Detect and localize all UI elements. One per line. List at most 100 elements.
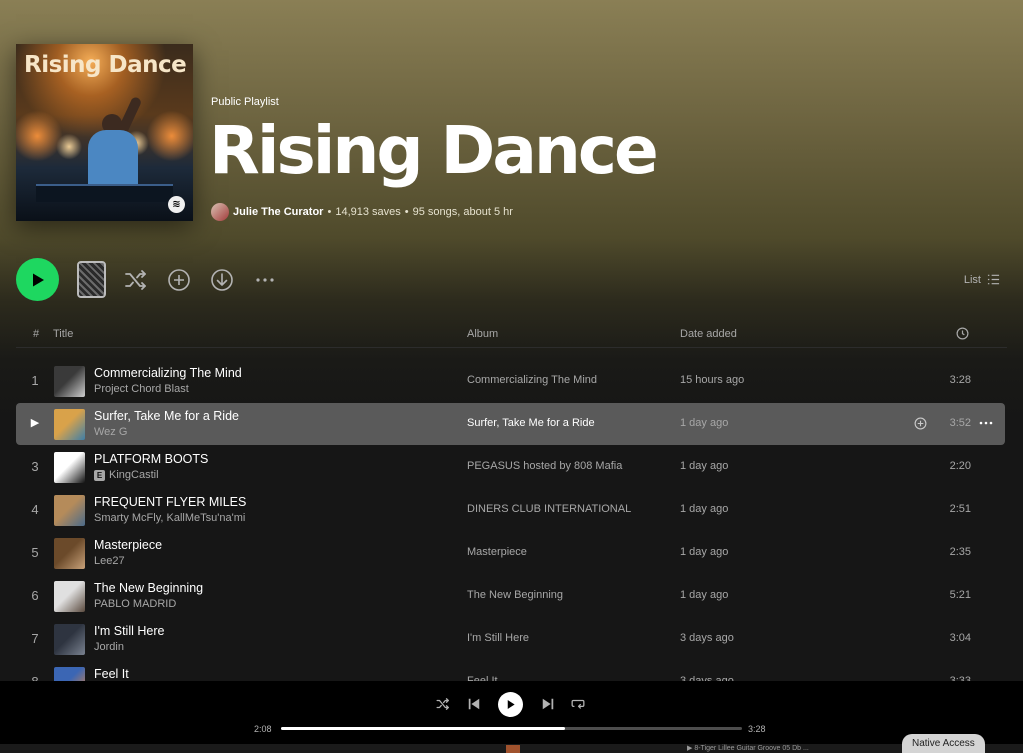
shuffle-icon — [436, 698, 449, 710]
track-artist[interactable]: Project Chord Blast — [94, 383, 189, 395]
add-circle-icon[interactable] — [914, 417, 927, 430]
track-title[interactable]: FREQUENT FLYER MILES — [94, 495, 246, 509]
track-duration: 3:28 — [949, 374, 971, 386]
track-artist-name[interactable]: Lee27 — [94, 555, 125, 567]
preview-cover-button[interactable] — [77, 261, 106, 298]
list-icon[interactable] — [987, 273, 1000, 286]
track-album[interactable]: DINERS CLUB INTERNATIONAL — [467, 503, 631, 515]
row-play-button[interactable]: ▶ — [28, 416, 42, 429]
track-album[interactable]: Commercializing The Mind — [467, 374, 597, 386]
track-title[interactable]: Masterpiece — [94, 538, 162, 552]
track-row[interactable]: 5 Masterpiece Lee27 Masterpiece 1 day ago 2:3… — [16, 532, 1005, 574]
track-album[interactable]: PEGASUS hosted by 808 Mafia — [467, 460, 622, 472]
shuffle-icon — [125, 270, 146, 290]
progress-fill — [281, 727, 565, 730]
spotify-icon: ≋ — [168, 196, 185, 213]
repeat-button[interactable] — [568, 694, 588, 714]
play-icon — [507, 700, 515, 709]
download-button[interactable] — [210, 268, 234, 292]
track-date-added: 1 day ago — [680, 589, 729, 601]
track-artist[interactable]: Wez G — [94, 426, 127, 438]
total-time: 3:28 — [748, 724, 766, 734]
track-artist[interactable]: PABLO MADRID — [94, 598, 176, 610]
track-row[interactable]: ▶ Surfer, Take Me for a Ride Wez G Surfer, … — [16, 403, 1005, 445]
track-artist-name[interactable]: KingCastil — [109, 469, 159, 481]
track-number: 1 — [31, 373, 39, 388]
track-row[interactable]: 7 I'm Still Here Jordin I'm Still Here 3 day… — [16, 618, 1005, 660]
track-thumbnail — [54, 366, 85, 397]
track-thumbnail — [54, 581, 85, 612]
track-artist-name[interactable]: Wez G — [94, 426, 127, 438]
track-date-added: 1 day ago — [680, 417, 729, 429]
track-title[interactable]: PLATFORM BOOTS — [94, 452, 208, 466]
track-artist-name[interactable]: Jordin — [94, 641, 124, 653]
explicit-badge: E — [94, 469, 105, 481]
track-row[interactable]: 8Feel ItFeel It3 days ago3:33 — [16, 661, 1005, 681]
track-date-added: 1 day ago — [680, 503, 729, 515]
playlist-title: Rising Dance — [209, 112, 659, 189]
track-duration: 5:21 — [949, 589, 971, 601]
column-header-album[interactable]: Album — [467, 328, 498, 340]
track-title[interactable]: The New Beginning — [94, 581, 203, 595]
owner-name-link[interactable]: Julie The Curator — [233, 206, 323, 218]
track-thumbnail — [54, 538, 85, 569]
track-album[interactable]: The New Beginning — [467, 589, 563, 601]
track-row[interactable]: 3 PLATFORM BOOTS E KingCastil PEGASUS hosted… — [16, 446, 1005, 488]
column-header-title[interactable]: Title — [53, 328, 73, 340]
track-thumbnail — [54, 409, 85, 440]
track-row[interactable]: 6 The New Beginning PABLO MADRID The New Be… — [16, 575, 1005, 617]
track-album[interactable]: Surfer, Take Me for a Ride — [467, 417, 595, 429]
header-divider — [16, 347, 1007, 348]
track-date-added: 1 day ago — [680, 546, 729, 558]
play-icon — [32, 273, 44, 286]
track-duration: 2:51 — [949, 503, 971, 515]
track-row[interactable]: 4 FREQUENT FLYER MILES Smarty McFly, KallM… — [16, 489, 1005, 531]
track-artist[interactable]: Jordin — [94, 641, 124, 653]
playlist-meta: Julie The Curator • 14,913 saves • 95 so… — [211, 203, 513, 221]
track-artist-name[interactable]: Smarty McFly, KallMeTsu'na'mi — [94, 512, 245, 524]
more-icon[interactable] — [978, 415, 994, 431]
track-row[interactable]: 1 Commercializing The Mind Project Chord B… — [16, 360, 1005, 402]
track-number: 7 — [31, 631, 39, 646]
meta-separator: • — [404, 206, 409, 218]
view-mode-label[interactable]: List — [964, 274, 981, 286]
track-number: 6 — [31, 588, 39, 603]
next-button[interactable] — [538, 694, 558, 714]
track-artist[interactable]: E KingCastil — [94, 469, 159, 481]
track-album[interactable]: Masterpiece — [467, 546, 527, 558]
pause-play-button[interactable] — [498, 692, 523, 717]
track-title[interactable]: Commercializing The Mind — [94, 366, 242, 380]
track-duration: 3:04 — [949, 632, 971, 644]
owner-avatar[interactable] — [211, 203, 229, 221]
add-circle-icon — [168, 269, 190, 291]
playlist-view: Rising Dance ≋ Public Playlist Rising Da… — [0, 0, 1023, 681]
track-duration: 3:52 — [949, 417, 971, 429]
track-title[interactable]: Feel It — [94, 667, 129, 681]
track-artist-name[interactable]: Project Chord Blast — [94, 383, 189, 395]
download-icon — [211, 269, 233, 291]
track-duration: 2:20 — [949, 460, 971, 472]
playlist-type-label: Public Playlist — [211, 96, 279, 108]
track-thumbnail — [54, 624, 85, 655]
cover-dj-deck — [36, 184, 173, 202]
track-number: 8 — [28, 674, 42, 681]
native-access-tab[interactable]: Native Access — [902, 734, 985, 753]
shuffle-control[interactable] — [433, 694, 453, 714]
track-artist-name[interactable]: PABLO MADRID — [94, 598, 176, 610]
column-header-date-added[interactable]: Date added — [680, 328, 737, 340]
track-title[interactable]: I'm Still Here — [94, 624, 164, 638]
play-button[interactable] — [16, 258, 59, 301]
track-artist[interactable]: Smarty McFly, KallMeTsu'na'mi — [94, 512, 245, 524]
track-date-added: 1 day ago — [680, 460, 729, 472]
track-artist[interactable]: Lee27 — [94, 555, 125, 567]
track-thumbnail — [54, 452, 85, 483]
clock-icon[interactable] — [956, 327, 969, 340]
progress-bar[interactable] — [281, 727, 742, 730]
previous-button[interactable] — [464, 694, 484, 714]
track-title[interactable]: Surfer, Take Me for a Ride — [94, 409, 239, 423]
track-album[interactable]: I'm Still Here — [467, 632, 529, 644]
track-number: 5 — [31, 545, 39, 560]
shuffle-button[interactable] — [124, 268, 148, 292]
more-options-button[interactable] — [253, 268, 277, 292]
add-to-library-button[interactable] — [167, 268, 191, 292]
